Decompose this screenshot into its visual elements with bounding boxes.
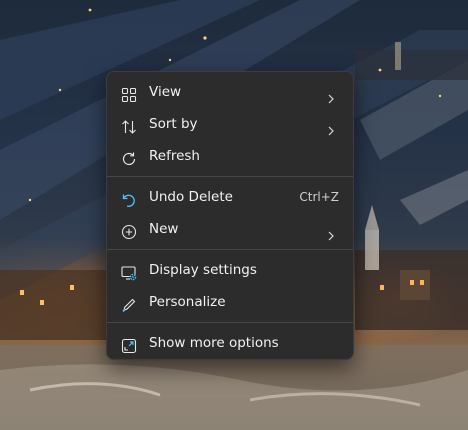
refresh-icon [121, 148, 137, 166]
context-menu: View Sort by Refresh Undo Delete Ctrl+Z … [106, 71, 354, 360]
sort-arrows-icon [121, 116, 137, 134]
menu-item-label: Refresh [149, 148, 200, 164]
chevron-right-icon [325, 86, 337, 104]
menu-item-personalize[interactable]: Personalize [111, 287, 349, 317]
menu-item-show-more-options[interactable]: Show more options [111, 328, 349, 358]
menu-separator [107, 249, 353, 250]
menu-item-sort-by[interactable]: Sort by [111, 109, 349, 139]
menu-item-undo-delete[interactable]: Undo Delete Ctrl+Z [111, 182, 349, 212]
chevron-right-icon [325, 118, 337, 136]
desktop-wallpaper[interactable]: View Sort by Refresh Undo Delete Ctrl+Z … [0, 0, 468, 430]
menu-item-label: Personalize [149, 294, 226, 310]
undo-icon [121, 189, 137, 207]
menu-item-label: New [149, 221, 179, 237]
chevron-right-icon [325, 223, 337, 241]
menu-separator [107, 322, 353, 323]
menu-item-new[interactable]: New [111, 214, 349, 244]
pen-icon [121, 294, 137, 313]
menu-item-view[interactable]: View [111, 77, 349, 107]
keyboard-shortcut: Ctrl+Z [299, 190, 339, 204]
expand-icon [121, 335, 137, 354]
menu-item-display-settings[interactable]: Display settings [111, 255, 349, 285]
menu-separator [107, 176, 353, 177]
display-settings-icon [121, 262, 137, 281]
menu-item-refresh[interactable]: Refresh [111, 141, 349, 171]
menu-item-label: View [149, 84, 182, 100]
menu-item-label: Show more options [149, 335, 279, 351]
grid-view-icon [121, 84, 137, 103]
plus-circle-icon [121, 221, 137, 240]
menu-item-label: Sort by [149, 116, 198, 132]
menu-item-label: Display settings [149, 262, 257, 278]
menu-item-label: Undo Delete [149, 189, 233, 205]
